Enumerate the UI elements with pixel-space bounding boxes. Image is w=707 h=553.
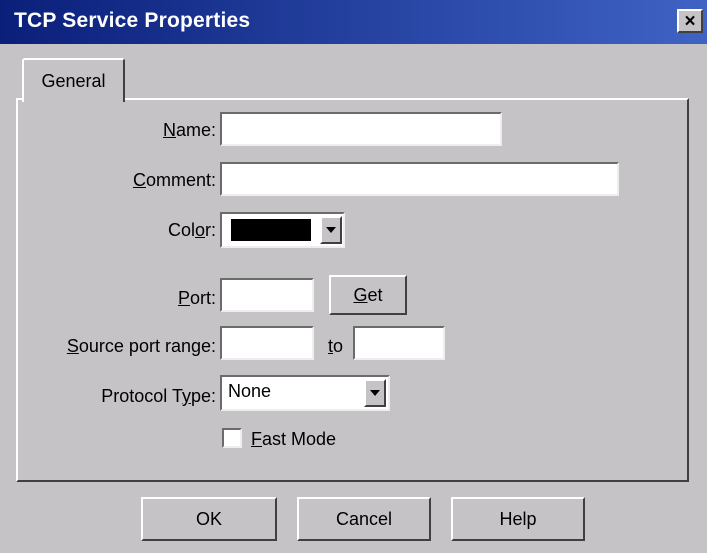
help-button[interactable]: Help — [451, 497, 585, 541]
ok-button[interactable]: OK — [141, 497, 277, 541]
chevron-down-icon — [370, 390, 380, 396]
title-bar[interactable]: TCP Service Properties × — [0, 0, 707, 44]
tab-general[interactable]: General — [22, 58, 125, 102]
ok-button-label: OK — [195, 508, 222, 529]
tcp-service-properties-dialog: TCP Service Properties × General Name: C… — [0, 0, 707, 553]
comment-input[interactable] — [220, 162, 619, 196]
protocol-type-dropdown-arrow[interactable] — [364, 379, 386, 407]
close-icon: × — [684, 10, 696, 32]
name-label: Name: — [162, 120, 216, 140]
source-port-to-label: to — [328, 336, 344, 356]
source-port-to-input[interactable] — [353, 326, 445, 360]
color-swatch — [231, 219, 311, 241]
color-label: Color: — [167, 220, 216, 240]
cancel-button-label: Cancel — [335, 508, 393, 529]
name-input[interactable] — [220, 112, 502, 146]
tab-general-label: General — [41, 70, 106, 91]
source-port-range-label: Source port range: — [66, 336, 216, 356]
get-button[interactable]: Get — [329, 275, 407, 315]
fast-mode-checkbox[interactable] — [222, 428, 242, 448]
cancel-button[interactable]: Cancel — [297, 497, 431, 541]
get-button-label: Get — [353, 284, 383, 305]
close-button[interactable]: × — [677, 9, 703, 33]
protocol-type-label: Protocol Type: — [101, 386, 216, 406]
color-dropdown-arrow[interactable] — [320, 216, 342, 244]
fast-mode-label[interactable]: Fast Mode — [251, 428, 336, 450]
source-port-from-input[interactable] — [220, 326, 314, 360]
chevron-down-icon — [326, 227, 336, 233]
port-input[interactable] — [220, 278, 314, 312]
dialog-title: TCP Service Properties — [14, 9, 251, 32]
comment-label: Comment: — [132, 170, 216, 190]
help-button-label: Help — [499, 508, 537, 529]
port-label: Port: — [177, 288, 216, 308]
